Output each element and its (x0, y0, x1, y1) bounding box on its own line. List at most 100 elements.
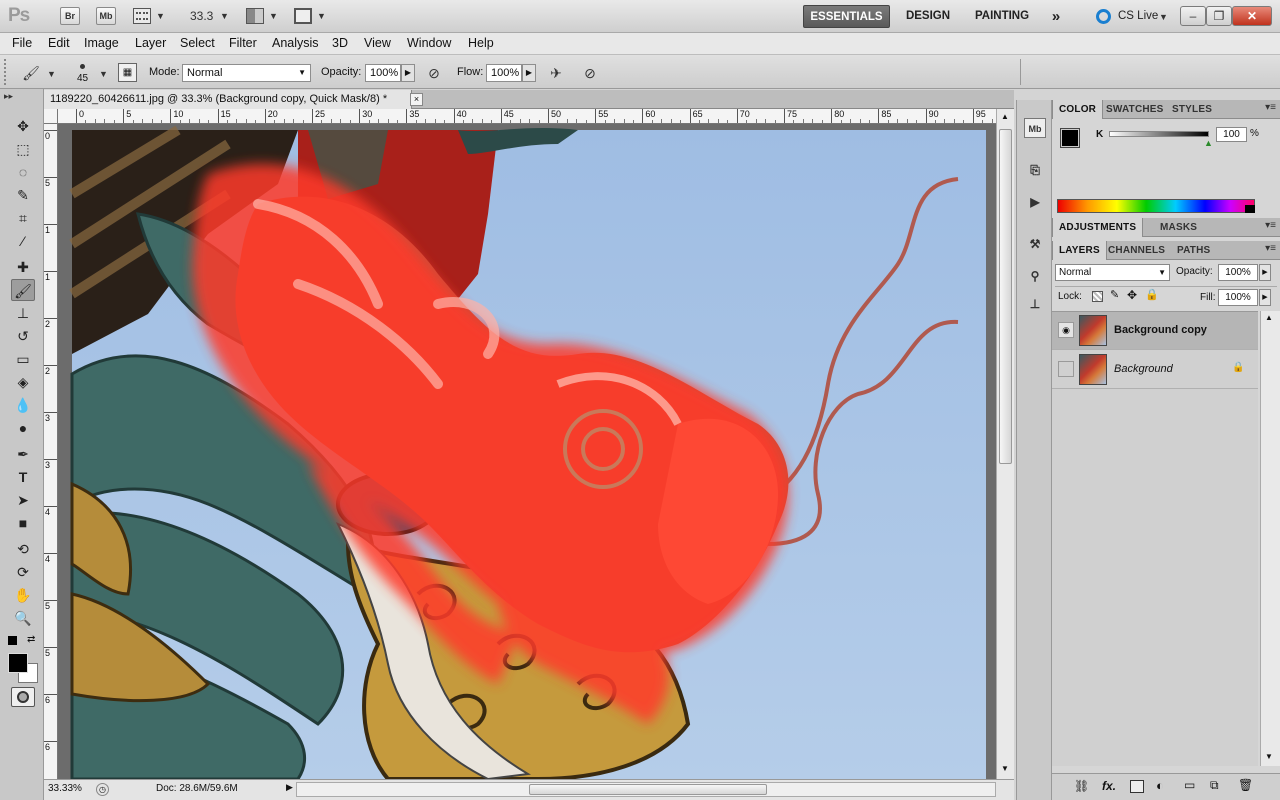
layers-scrollbar[interactable]: ▲ ▼ (1260, 311, 1280, 766)
rectangle-tool-icon[interactable]: ■ (11, 512, 35, 534)
flow-slider-toggle-icon[interactable]: ▶ (522, 64, 536, 82)
blur-tool-icon[interactable]: 💧 (11, 394, 35, 416)
fill-slider-icon[interactable]: ▶ (1259, 289, 1271, 306)
quick-mask-mode-icon[interactable] (11, 687, 35, 707)
tab-masks[interactable]: MASKS (1154, 218, 1203, 237)
arrange-caret-icon[interactable]: ▼ (269, 11, 278, 21)
brush-size-caret-icon[interactable]: ▼ (99, 69, 108, 79)
lock-pixels-icon[interactable]: ✎ (1110, 288, 1119, 301)
pressure-size-icon[interactable]: ⊘ (579, 62, 601, 84)
menu-image[interactable]: Image (84, 36, 119, 50)
layer-opacity-slider-icon[interactable]: ▶ (1259, 264, 1271, 281)
zoom-caret-icon[interactable]: ▼ (220, 11, 229, 21)
layer-opacity-input[interactable]: 100% (1218, 264, 1258, 281)
link-layers-icon[interactable]: ⛓ (1074, 779, 1089, 793)
brush-tip-icon[interactable] (80, 64, 85, 69)
foreground-color-swatch[interactable] (8, 653, 28, 673)
layer-row-background-copy[interactable]: ◉ Background copy (1052, 312, 1258, 350)
workspace-painting[interactable]: PAINTING (968, 5, 1036, 28)
new-layer-icon[interactable]: ⧉ (1210, 778, 1219, 793)
layer-row-background[interactable]: Background 🔒 (1052, 351, 1258, 389)
zoom-tool-icon[interactable]: 🔍 (11, 607, 35, 629)
clone-stamp-tool-icon[interactable]: ⊥ (11, 302, 35, 324)
vertical-ruler[interactable]: 0 5 1 1 2 2 3 3 4 4 5 5 6 6 (44, 124, 58, 779)
tab-channels[interactable]: CHANNELS (1102, 241, 1171, 260)
arrange-documents-icon[interactable] (246, 8, 264, 24)
tab-adjustments[interactable]: ADJUSTMENTS (1052, 218, 1144, 237)
options-grip[interactable] (4, 59, 10, 85)
default-colors-icon[interactable] (8, 636, 17, 645)
mini-bridge-panel-icon[interactable]: Mb (1024, 118, 1046, 138)
status-menu-icon[interactable]: ▶ (286, 782, 293, 793)
horizontal-scroll-thumb[interactable] (529, 784, 767, 795)
menu-window[interactable]: Window (407, 36, 451, 50)
workspace-design[interactable]: DESIGN (898, 5, 958, 28)
color-spectrum-ramp[interactable] (1057, 199, 1255, 213)
path-selection-tool-icon[interactable]: ➤ (11, 489, 35, 511)
history-panel-icon[interactable]: ⎘ (1024, 160, 1046, 180)
menu-edit[interactable]: Edit (48, 36, 70, 50)
maximize-button[interactable]: ❐ (1206, 6, 1232, 26)
layers-scroll-down-icon[interactable]: ▼ (1265, 752, 1273, 761)
scroll-up-icon[interactable]: ▲ (1001, 112, 1009, 121)
horizontal-ruler[interactable]: 0 5 10 15 20 25 30 35 40 45 50 55 60 65 70 75 80 85 90 95 (58, 109, 996, 124)
adjustments-panel-menu-icon[interactable]: ▾≡ (1265, 220, 1276, 231)
k-slider-thumb-icon[interactable]: ▲ (1204, 138, 1213, 148)
menu-select[interactable]: Select (180, 36, 215, 50)
3d-orbit-tool-icon[interactable]: ⟳ (11, 561, 35, 583)
workspace-essentials[interactable]: ESSENTIALS (803, 5, 890, 28)
3d-rotate-tool-icon[interactable]: ⟲ (11, 538, 35, 560)
tab-swatches[interactable]: SWATCHES (1100, 100, 1170, 119)
move-tool-icon[interactable]: ✥ (11, 115, 35, 137)
lasso-tool-icon[interactable]: ◌ (11, 161, 35, 183)
healing-brush-tool-icon[interactable]: ✚ (11, 256, 35, 278)
brush-preset-icon[interactable]: 🖌 (20, 62, 42, 84)
pressure-opacity-icon[interactable]: ⊘ (423, 62, 445, 84)
layer-visibility-empty-icon[interactable] (1058, 361, 1074, 377)
close-window-button[interactable]: ✕ (1232, 6, 1272, 26)
brush-panel-icon[interactable]: ⚲ (1024, 266, 1046, 286)
minimize-button[interactable]: – (1180, 6, 1206, 26)
eraser-tool-icon[interactable]: ▭ (11, 348, 35, 370)
cs-live-menu[interactable]: CS Live (1118, 10, 1158, 22)
lock-position-icon[interactable]: ✥ (1127, 288, 1137, 302)
view-extras-caret-icon[interactable]: ▼ (156, 11, 165, 21)
screen-mode-caret-icon[interactable]: ▼ (317, 11, 326, 21)
tools-collapse-icon[interactable]: ▸▸ (4, 91, 13, 102)
color-foreground-swatch[interactable] (1060, 128, 1080, 148)
status-info-icon[interactable]: ◷ (96, 783, 109, 796)
menu-help[interactable]: Help (468, 36, 494, 50)
dodge-tool-icon[interactable]: ● (11, 417, 35, 439)
mini-bridge-button[interactable]: Mb (96, 7, 116, 25)
opacity-slider-toggle-icon[interactable]: ▶ (401, 64, 415, 82)
crop-tool-icon[interactable]: ⌗ (11, 207, 35, 229)
brush-panel-toggle-icon[interactable]: ▦ (118, 63, 137, 82)
opacity-input[interactable]: 100% (365, 64, 401, 82)
menu-analysis[interactable]: Analysis (272, 36, 319, 50)
cs-live-caret-icon[interactable]: ▼ (1159, 12, 1168, 22)
color-panel-menu-icon[interactable]: ▾≡ (1265, 102, 1276, 113)
add-mask-icon[interactable] (1130, 780, 1144, 793)
hand-tool-icon[interactable]: ✋ (11, 584, 35, 606)
ruler-origin[interactable] (44, 109, 58, 124)
lock-all-icon[interactable]: 🔒 (1145, 288, 1159, 301)
spectrum-black-icon[interactable] (1245, 205, 1255, 213)
menu-3d[interactable]: 3D (332, 36, 348, 50)
zoom-level[interactable]: 33.3 (190, 9, 213, 23)
k-value-input[interactable]: 100 (1216, 127, 1247, 142)
layer-visibility-eye-icon[interactable]: ◉ (1058, 322, 1074, 338)
actions-panel-icon[interactable]: ▶ (1024, 192, 1046, 212)
new-group-icon[interactable]: ▭ (1184, 778, 1195, 792)
tool-presets-panel-icon[interactable]: ⚒ (1024, 234, 1046, 254)
vertical-scroll-thumb[interactable] (999, 129, 1012, 464)
document-close-button[interactable]: × (410, 93, 423, 106)
quick-selection-tool-icon[interactable]: ✎ (11, 184, 35, 206)
layer-blend-mode-select[interactable]: Normal ▼ (1055, 264, 1170, 281)
scroll-down-icon[interactable]: ▼ (1001, 764, 1009, 773)
menu-view[interactable]: View (364, 36, 391, 50)
view-extras-icon[interactable] (133, 8, 151, 24)
fill-input[interactable]: 100% (1218, 289, 1258, 306)
cs-live-icon[interactable] (1096, 9, 1111, 24)
layers-panel-menu-icon[interactable]: ▾≡ (1265, 243, 1276, 254)
airbrush-icon[interactable]: ✈ (545, 62, 567, 84)
